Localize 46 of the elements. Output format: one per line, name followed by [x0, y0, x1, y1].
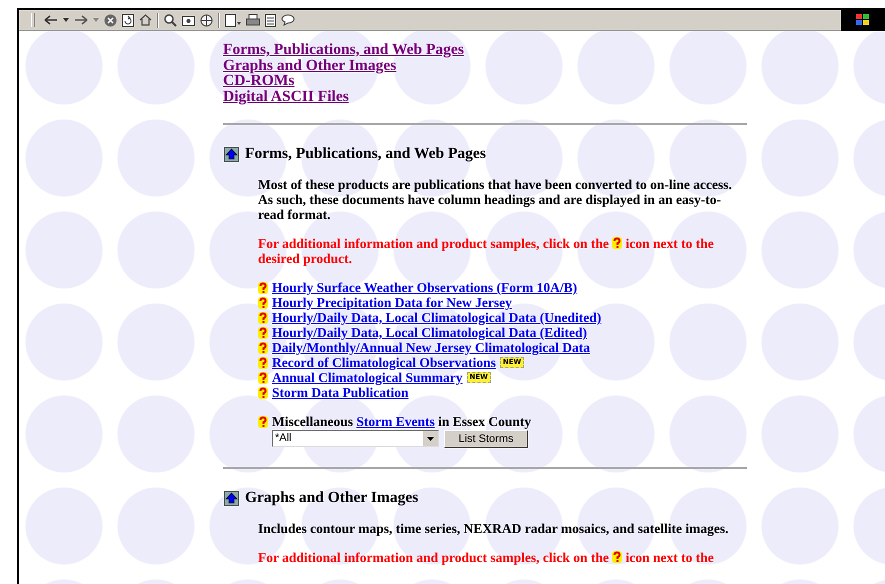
storm-events-link[interactable]: Storm Events	[356, 414, 435, 429]
help-icon[interactable]	[258, 416, 268, 428]
nav-link[interactable]: Graphs and Other Images	[223, 58, 396, 73]
help-icon[interactable]	[258, 372, 268, 384]
nav-link[interactable]: Forms, Publications, and Web Pages	[223, 42, 464, 58]
nav-link[interactable]: CD-ROMs	[223, 73, 294, 88]
help-icon[interactable]	[258, 356, 268, 368]
nav-link[interactable]: Digital ASCII Files	[223, 88, 349, 104]
county-select[interactable]: *All	[272, 430, 439, 447]
product-link[interactable]: Hourly Precipitation Data for New Jersey	[272, 295, 512, 310]
misc-text: Miscellaneous Storm Events in Essex County	[272, 414, 532, 429]
help-icon[interactable]	[258, 342, 268, 354]
home-icon[interactable]	[139, 14, 152, 26]
list-storms-button[interactable]: List Storms	[444, 430, 528, 448]
product-link[interactable]: Hourly/Daily Data, Local Climatological Data (Unedited)	[272, 310, 602, 325]
help-icon[interactable]	[258, 312, 268, 324]
search-icon[interactable]	[164, 14, 177, 26]
help-icon[interactable]	[258, 282, 268, 294]
product-link[interactable]: Record of Climatological Observations	[272, 355, 496, 370]
section-description: Most of these products are publications that have been converted to on-line access. As such, these documents have column headings and are displayed in an easy-to-read format.	[258, 177, 733, 222]
help-icon[interactable]	[258, 386, 268, 398]
section-heading: Graphs and Other Images	[245, 489, 418, 507]
forward-arrow-icon[interactable]	[74, 14, 88, 26]
section-description: Includes contour maps, time series, NEXRAD radar mosaics, and satellite images.	[258, 521, 730, 536]
product-link[interactable]: Storm Data Publication	[272, 385, 408, 400]
product-link[interactable]: Hourly Surface Weather Observations (Form 10A/B)	[272, 280, 578, 295]
help-icon[interactable]	[258, 326, 268, 338]
product-link[interactable]: Daily/Monthly/Annual New Jersey Climatological Data	[272, 340, 590, 355]
help-icon[interactable]	[612, 551, 622, 563]
back-arrow-icon[interactable]	[44, 14, 58, 26]
caret-icon[interactable]	[63, 18, 69, 22]
section-heading: Forms, Publications, and Web Pages	[245, 145, 486, 163]
document-icon[interactable]	[265, 14, 276, 26]
refresh-icon[interactable]	[122, 14, 134, 26]
product-link[interactable]: Annual Climatological Summary	[272, 370, 463, 385]
note-text: For additional information and product samples, click on the icon next to the desired product.	[258, 236, 715, 266]
printer-icon[interactable]	[246, 14, 260, 26]
product-link[interactable]: Hourly/Daily Data, Local Climatological Data (Edited)	[272, 325, 587, 340]
help-icon[interactable]	[612, 237, 622, 249]
up-arrow-icon[interactable]	[224, 490, 239, 506]
help-icon[interactable]	[258, 296, 268, 308]
up-arrow-icon[interactable]	[224, 146, 239, 162]
stop-icon[interactable]	[104, 14, 117, 26]
speech-bubble-icon[interactable]	[281, 14, 295, 26]
globe-icon[interactable]	[200, 14, 213, 26]
note-text: For additional information and product samples, click on the icon next to the	[258, 550, 715, 565]
